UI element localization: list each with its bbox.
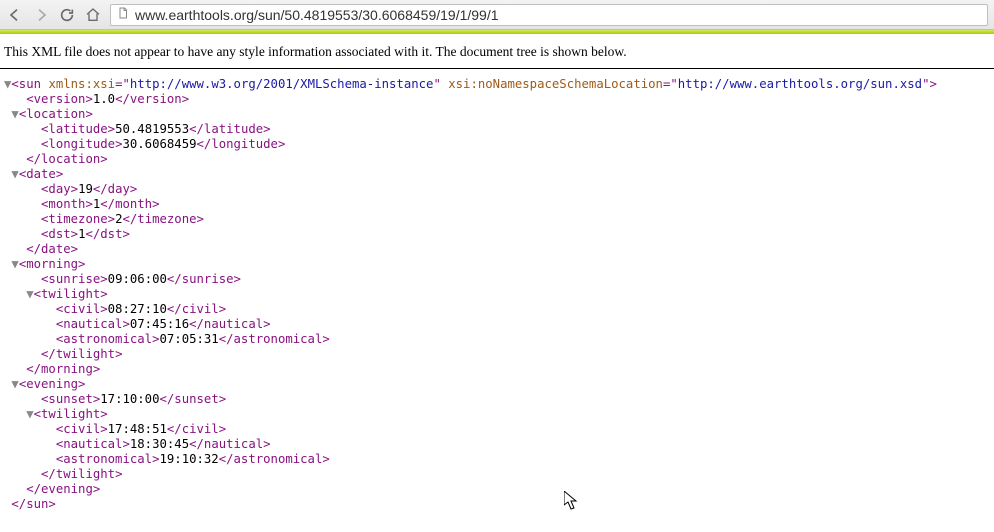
twisty-icon[interactable]: ▼ (11, 257, 18, 271)
evening-astronomical-value: 19:10:32 (159, 452, 218, 466)
longitude-value: 30.6068459 (122, 137, 196, 151)
version-value: 1.0 (93, 92, 115, 106)
sunrise-value: 09:06:00 (108, 272, 167, 286)
home-button[interactable] (84, 6, 102, 24)
twisty-icon[interactable]: ▼ (26, 287, 33, 301)
morning-nautical-value: 07:45:16 (130, 317, 189, 331)
back-button[interactable] (6, 6, 24, 24)
xml-info-message: This XML file does not appear to have an… (0, 34, 994, 68)
xml-tree: ▼<sun xmlns:xsi="http://www.w3.org/2001/… (0, 69, 994, 520)
browser-toolbar: www.earthtools.org/sun/50.4819553/30.606… (0, 0, 994, 30)
twisty-icon[interactable]: ▼ (11, 107, 18, 121)
twisty-icon[interactable]: ▼ (11, 377, 18, 391)
evening-nautical-value: 18:30:45 (130, 437, 189, 451)
forward-button[interactable] (32, 6, 50, 24)
latitude-value: 50.4819553 (115, 122, 189, 136)
twisty-icon[interactable]: ▼ (26, 407, 33, 421)
address-bar[interactable]: www.earthtools.org/sun/50.4819553/30.606… (110, 4, 988, 26)
day-value: 19 (78, 182, 93, 196)
sunset-value: 17:10:00 (100, 392, 159, 406)
evening-civil-value: 17:48:51 (108, 422, 167, 436)
url-text: www.earthtools.org/sun/50.4819553/30.606… (135, 7, 499, 23)
morning-civil-value: 08:27:10 (108, 302, 167, 316)
page-icon (117, 7, 129, 22)
morning-astronomical-value: 07:05:31 (159, 332, 218, 346)
twisty-icon[interactable]: ▼ (11, 167, 18, 181)
reload-button[interactable] (58, 6, 76, 24)
